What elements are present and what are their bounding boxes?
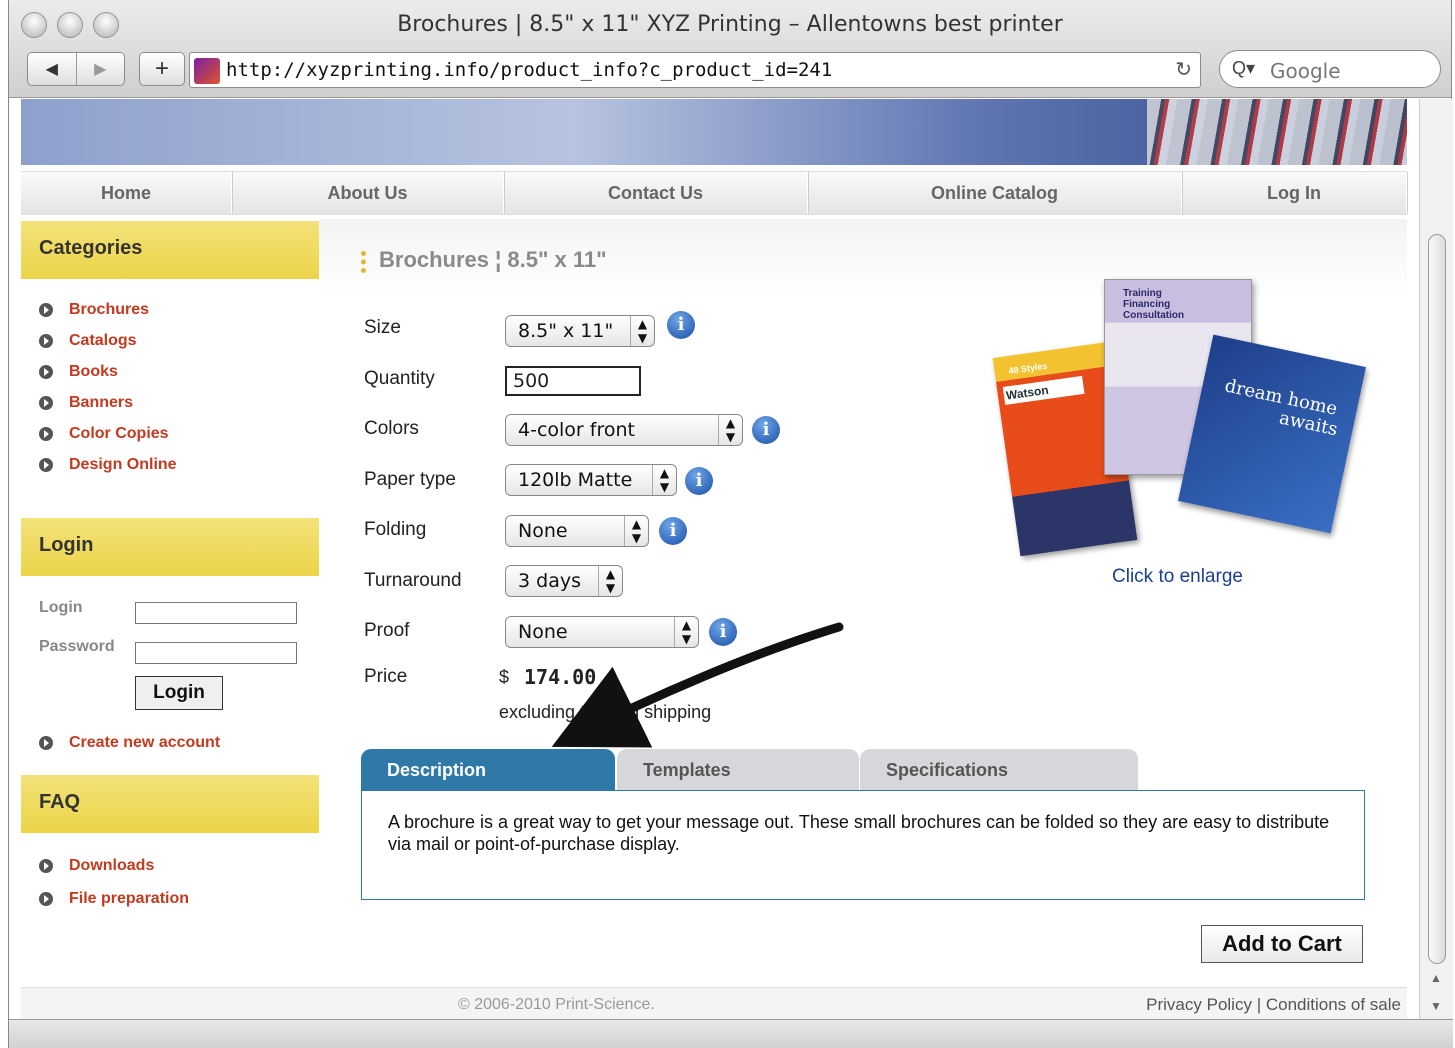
browser-statusbar bbox=[9, 1019, 1453, 1048]
reload-icon[interactable]: ↻ bbox=[1175, 57, 1192, 82]
scrollbar-thumb[interactable] bbox=[1428, 234, 1446, 964]
url-text[interactable]: http://xyzprinting.info/product_info?c_p… bbox=[226, 59, 832, 81]
scroll-down-icon[interactable]: ▼ bbox=[1430, 999, 1442, 1013]
back-button[interactable]: ◀ bbox=[28, 53, 76, 85]
history-nav: ◀ ▶ bbox=[27, 52, 125, 86]
vertical-scrollbar[interactable]: ▲ ▼ bbox=[1419, 99, 1453, 1019]
browser-titlebar: Brochures | 8.5" x 11" XYZ Printing – Al… bbox=[9, 0, 1451, 98]
page-viewport: Home About Us Contact Us Online Catalog … bbox=[9, 99, 1419, 1019]
site-favicon-icon bbox=[194, 58, 220, 84]
search-icon[interactable]: Q▾ bbox=[1232, 58, 1255, 79]
scroll-up-icon[interactable]: ▲ bbox=[1430, 971, 1442, 985]
add-bookmark-button[interactable]: + bbox=[139, 52, 185, 86]
window-title: Brochures | 8.5" x 11" XYZ Printing – Al… bbox=[397, 12, 1063, 37]
annotation-arrow-icon bbox=[551, 622, 844, 748]
search-field[interactable]: Q▾ Google bbox=[1219, 50, 1441, 88]
search-placeholder: Google bbox=[1270, 59, 1341, 83]
address-bar[interactable]: http://xyzprinting.info/product_info?c_p… bbox=[189, 52, 1201, 88]
browser-window: Brochures | 8.5" x 11" XYZ Printing – Al… bbox=[8, 0, 1453, 1048]
forward-button[interactable]: ▶ bbox=[75, 53, 125, 85]
